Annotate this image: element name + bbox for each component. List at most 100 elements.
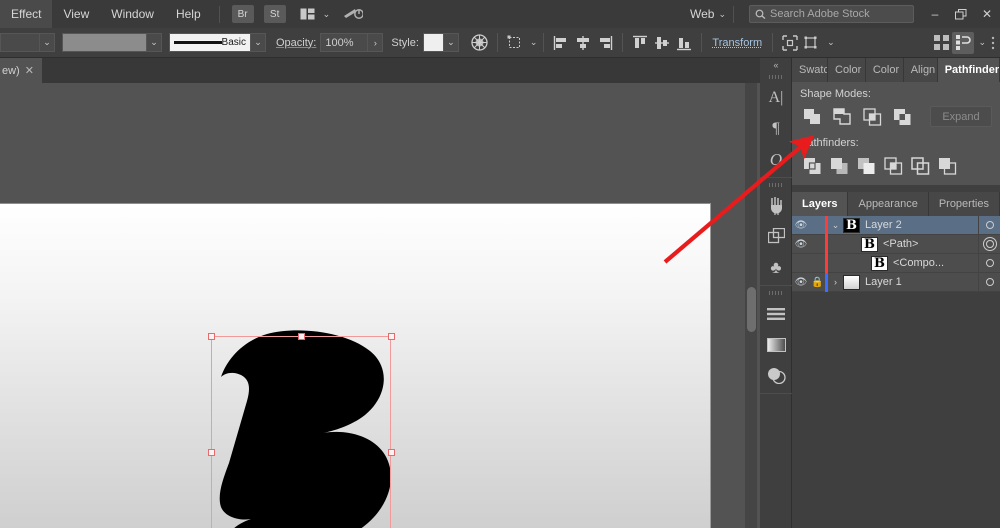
layer-name[interactable]: Layer 2 bbox=[865, 219, 978, 231]
close-icon[interactable]: ✕ bbox=[25, 64, 34, 77]
workspace-chevron-down-icon[interactable]: ⌄ bbox=[718, 9, 726, 20]
align-bottom-icon[interactable] bbox=[673, 32, 695, 54]
lock-icon[interactable]: 🔒 bbox=[810, 277, 825, 288]
align-vertical-center-icon[interactable] bbox=[651, 32, 673, 54]
tab-swatches[interactable]: Swatc bbox=[792, 58, 828, 82]
arrange-panel-icon[interactable] bbox=[952, 32, 974, 54]
menu-item-effect[interactable]: Effect bbox=[0, 0, 52, 28]
align-right-icon[interactable] bbox=[594, 32, 616, 54]
minimize-button[interactable]: – bbox=[922, 0, 948, 28]
canvas-scrollbar-thumb[interactable] bbox=[747, 287, 756, 332]
menu-item-window[interactable]: Window bbox=[100, 0, 165, 28]
transparency-panel-icon[interactable] bbox=[760, 360, 792, 391]
select-similar-chevron-down-icon[interactable]: ⌄ bbox=[827, 37, 835, 48]
intersect-icon[interactable] bbox=[860, 105, 885, 128]
close-button[interactable]: ✕ bbox=[974, 0, 1000, 28]
tab-pathfinder[interactable]: Pathfinder bbox=[938, 58, 1000, 82]
tab-color-guide[interactable]: Color bbox=[866, 58, 904, 82]
canvas-vertical-scrollbar[interactable] bbox=[745, 83, 757, 528]
workspace-label[interactable]: Web bbox=[690, 7, 714, 21]
character-panel-icon[interactable]: A| bbox=[760, 82, 792, 113]
unite-icon[interactable] bbox=[800, 105, 825, 128]
align-horizontal-center-icon[interactable] bbox=[572, 32, 594, 54]
stock-button[interactable]: St bbox=[264, 5, 286, 23]
fill-chevron-down-icon[interactable]: ⌄ bbox=[40, 33, 55, 52]
gradient-panel-icon[interactable] bbox=[760, 329, 792, 360]
menu-item-help[interactable]: Help bbox=[165, 0, 212, 28]
transform-link[interactable]: Transform bbox=[708, 37, 766, 49]
table-row[interactable]: 👁 🔒 › Layer 1 bbox=[792, 273, 1000, 292]
tab-color[interactable]: Color bbox=[828, 58, 866, 82]
divide-icon[interactable] bbox=[800, 154, 825, 177]
target-indicator[interactable] bbox=[978, 216, 1000, 235]
bridge-button[interactable]: Br bbox=[232, 5, 254, 23]
target-indicator[interactable] bbox=[978, 254, 1000, 273]
brush-chevron-down-icon[interactable]: ⌄ bbox=[251, 33, 266, 52]
menu-item-view[interactable]: View bbox=[52, 0, 100, 28]
align-left-icon[interactable] bbox=[550, 32, 572, 54]
eye-icon[interactable]: 👁 bbox=[792, 239, 810, 250]
target-indicator[interactable] bbox=[978, 273, 1000, 292]
transform-chevron-down-icon[interactable]: ⌄ bbox=[530, 37, 538, 48]
tab-align[interactable]: Align bbox=[904, 58, 938, 82]
stroke-chevron-down-icon[interactable]: ⌄ bbox=[147, 33, 162, 52]
overflow-menu-icon[interactable] bbox=[986, 32, 1000, 54]
trim-icon[interactable] bbox=[827, 154, 852, 177]
collapse-panels-icon[interactable]: « bbox=[760, 58, 792, 72]
stroke-color-swatch[interactable] bbox=[62, 33, 147, 52]
tab-layers[interactable]: Layers bbox=[792, 192, 848, 216]
artboard[interactable] bbox=[0, 203, 711, 528]
stroke-panel-icon[interactable] bbox=[760, 298, 792, 329]
opacity-input[interactable]: 100% bbox=[320, 33, 368, 52]
layer-thumbnail: B bbox=[843, 218, 860, 233]
paragraph-panel-icon[interactable]: ¶ bbox=[760, 113, 792, 144]
exclude-icon[interactable] bbox=[890, 105, 915, 128]
table-row[interactable]: 👁 B <Path> bbox=[792, 235, 1000, 254]
fill-color-swatch[interactable] bbox=[0, 33, 40, 52]
arrange-chevron-down-icon[interactable]: ⌄ bbox=[323, 9, 331, 20]
minus-back-icon[interactable] bbox=[935, 154, 960, 177]
minus-front-icon[interactable] bbox=[830, 105, 855, 128]
layer-name[interactable]: <Compo... bbox=[893, 257, 978, 269]
tab-properties[interactable]: Properties bbox=[929, 192, 1000, 216]
align-top-icon[interactable] bbox=[629, 32, 651, 54]
table-row[interactable]: 👁 ⌄ B Layer 2 bbox=[792, 216, 1000, 235]
dock-grip-1[interactable] bbox=[760, 72, 792, 82]
chevron-right-icon[interactable]: › bbox=[828, 277, 843, 287]
transform-object-icon[interactable] bbox=[504, 32, 526, 54]
style-chevron-down-icon[interactable]: ⌄ bbox=[444, 33, 459, 52]
swatches-panel-icon[interactable]: ♣ bbox=[760, 252, 792, 283]
table-row[interactable]: B <Compo... bbox=[792, 254, 1000, 273]
outline-icon[interactable] bbox=[908, 154, 933, 177]
document-grid-icon[interactable] bbox=[930, 32, 952, 54]
graphic-style-swatch[interactable] bbox=[423, 33, 444, 52]
opacity-options-button[interactable]: › bbox=[368, 33, 383, 52]
select-similar-objects-icon[interactable] bbox=[801, 32, 823, 54]
dock-grip-2[interactable] bbox=[760, 180, 792, 190]
eye-icon[interactable]: 👁 bbox=[792, 220, 810, 231]
layer-name[interactable]: Layer 1 bbox=[865, 276, 978, 288]
brush-definition-field[interactable]: Basic bbox=[169, 33, 251, 52]
document-tab[interactable]: ew) ✕ bbox=[0, 58, 42, 83]
layer-name[interactable]: <Path> bbox=[883, 238, 978, 250]
restore-button[interactable] bbox=[948, 0, 974, 28]
search-adobe-stock-input[interactable]: Search Adobe Stock bbox=[749, 5, 914, 23]
dock-grip-3[interactable] bbox=[760, 288, 792, 298]
symbols-panel-icon[interactable] bbox=[760, 221, 792, 252]
black-letter-b-shape[interactable] bbox=[205, 329, 405, 528]
eye-icon[interactable]: 👁 bbox=[792, 277, 810, 288]
arrange-documents-icon[interactable] bbox=[297, 5, 319, 23]
opentype-panel-icon[interactable]: O bbox=[760, 144, 792, 175]
merge-icon[interactable] bbox=[854, 154, 879, 177]
canvas-area[interactable] bbox=[0, 83, 760, 528]
right-panel-stack: Swatc Color Color Align Pathfinder Shape… bbox=[792, 58, 1000, 528]
brushes-panel-icon[interactable] bbox=[760, 190, 792, 221]
home-screen-icon[interactable] bbox=[342, 5, 364, 23]
chevron-down-icon[interactable]: ⌄ bbox=[828, 220, 843, 231]
crop-icon[interactable] bbox=[881, 154, 906, 177]
isolate-selected-object-icon[interactable] bbox=[779, 32, 801, 54]
recolor-artwork-icon[interactable] bbox=[469, 32, 491, 54]
tab-appearance[interactable]: Appearance bbox=[848, 192, 928, 216]
target-indicator-selected[interactable] bbox=[978, 235, 1000, 254]
arrange-panel-chevron-down-icon[interactable]: ⌄ bbox=[978, 37, 986, 48]
